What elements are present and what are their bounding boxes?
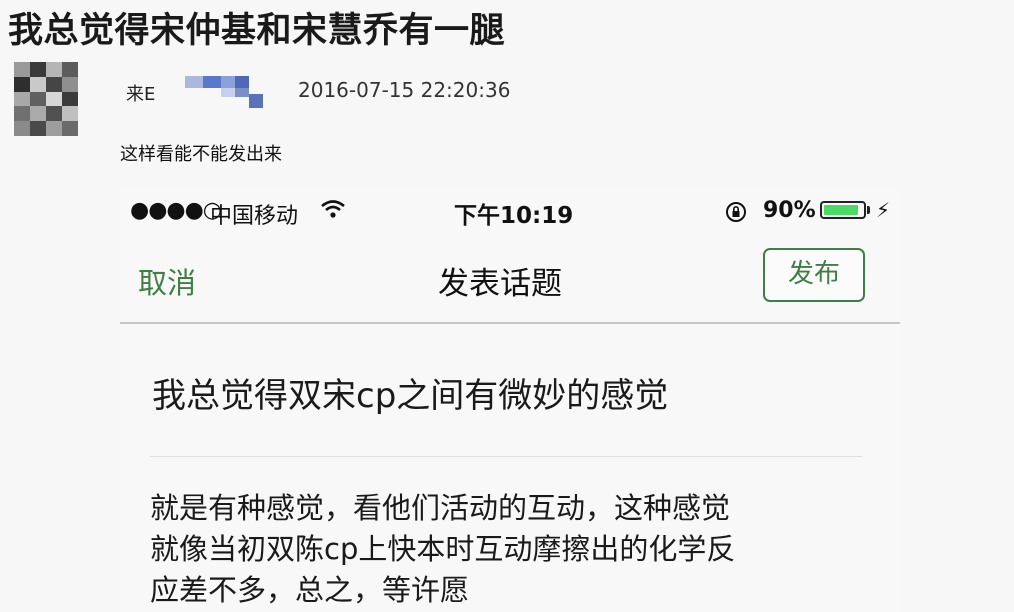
avatar-icon[interactable] [14, 62, 78, 136]
topic-body-field[interactable]: 就是有种感觉，看他们活动的互动，这种感觉 就像当初双陈cp上快本时互动摩擦出的化… [150, 488, 880, 611]
divider [150, 456, 862, 457]
battery-icon [820, 201, 866, 219]
cancel-button[interactable]: 取消 [138, 260, 196, 302]
status-time: 下午10:19 [454, 203, 574, 229]
publish-button[interactable]: 发布 [763, 248, 865, 302]
battery-level [824, 205, 858, 215]
body-line: 就是有种感觉，看他们活动的互动，这种感觉 [150, 491, 731, 525]
author-name-mosaic[interactable] [185, 76, 265, 108]
post-from-label: 来E [126, 84, 156, 105]
carrier-label: 中国移动 [210, 204, 299, 229]
body-line: 应差不多，总之，等许愿 [150, 573, 470, 607]
topic-title-field[interactable]: 我总觉得双宋cp之间有微妙的感觉 [152, 368, 668, 417]
battery-cap [867, 206, 870, 214]
phone-screenshot: ●●●●○ 中国移动 下午10:19 90% ⚡ 取消 发表话题 发布 我总觉得… [120, 188, 900, 612]
body-line: 就像当初双陈cp上快本时互动摩擦出的化学反 [150, 532, 736, 566]
signal-strength-icon: ●●●●○ [130, 198, 222, 223]
page-title: 发表话题 [438, 266, 562, 302]
post-body: 这样看能不能发出来 [120, 144, 282, 165]
charging-bolt-icon: ⚡ [876, 198, 891, 222]
battery-percent: 90% [763, 198, 816, 223]
post-timestamp: 2016-07-15 22:20:36 [298, 78, 511, 102]
status-bar: ●●●●○ 中国移动 下午10:19 90% ⚡ [120, 188, 900, 234]
rotation-lock-icon [726, 202, 746, 222]
navbar: 取消 发表话题 发布 [120, 238, 900, 324]
post-title: 我总觉得宋仲基和宋慧乔有一腿 [8, 11, 506, 51]
wifi-icon [321, 200, 345, 218]
